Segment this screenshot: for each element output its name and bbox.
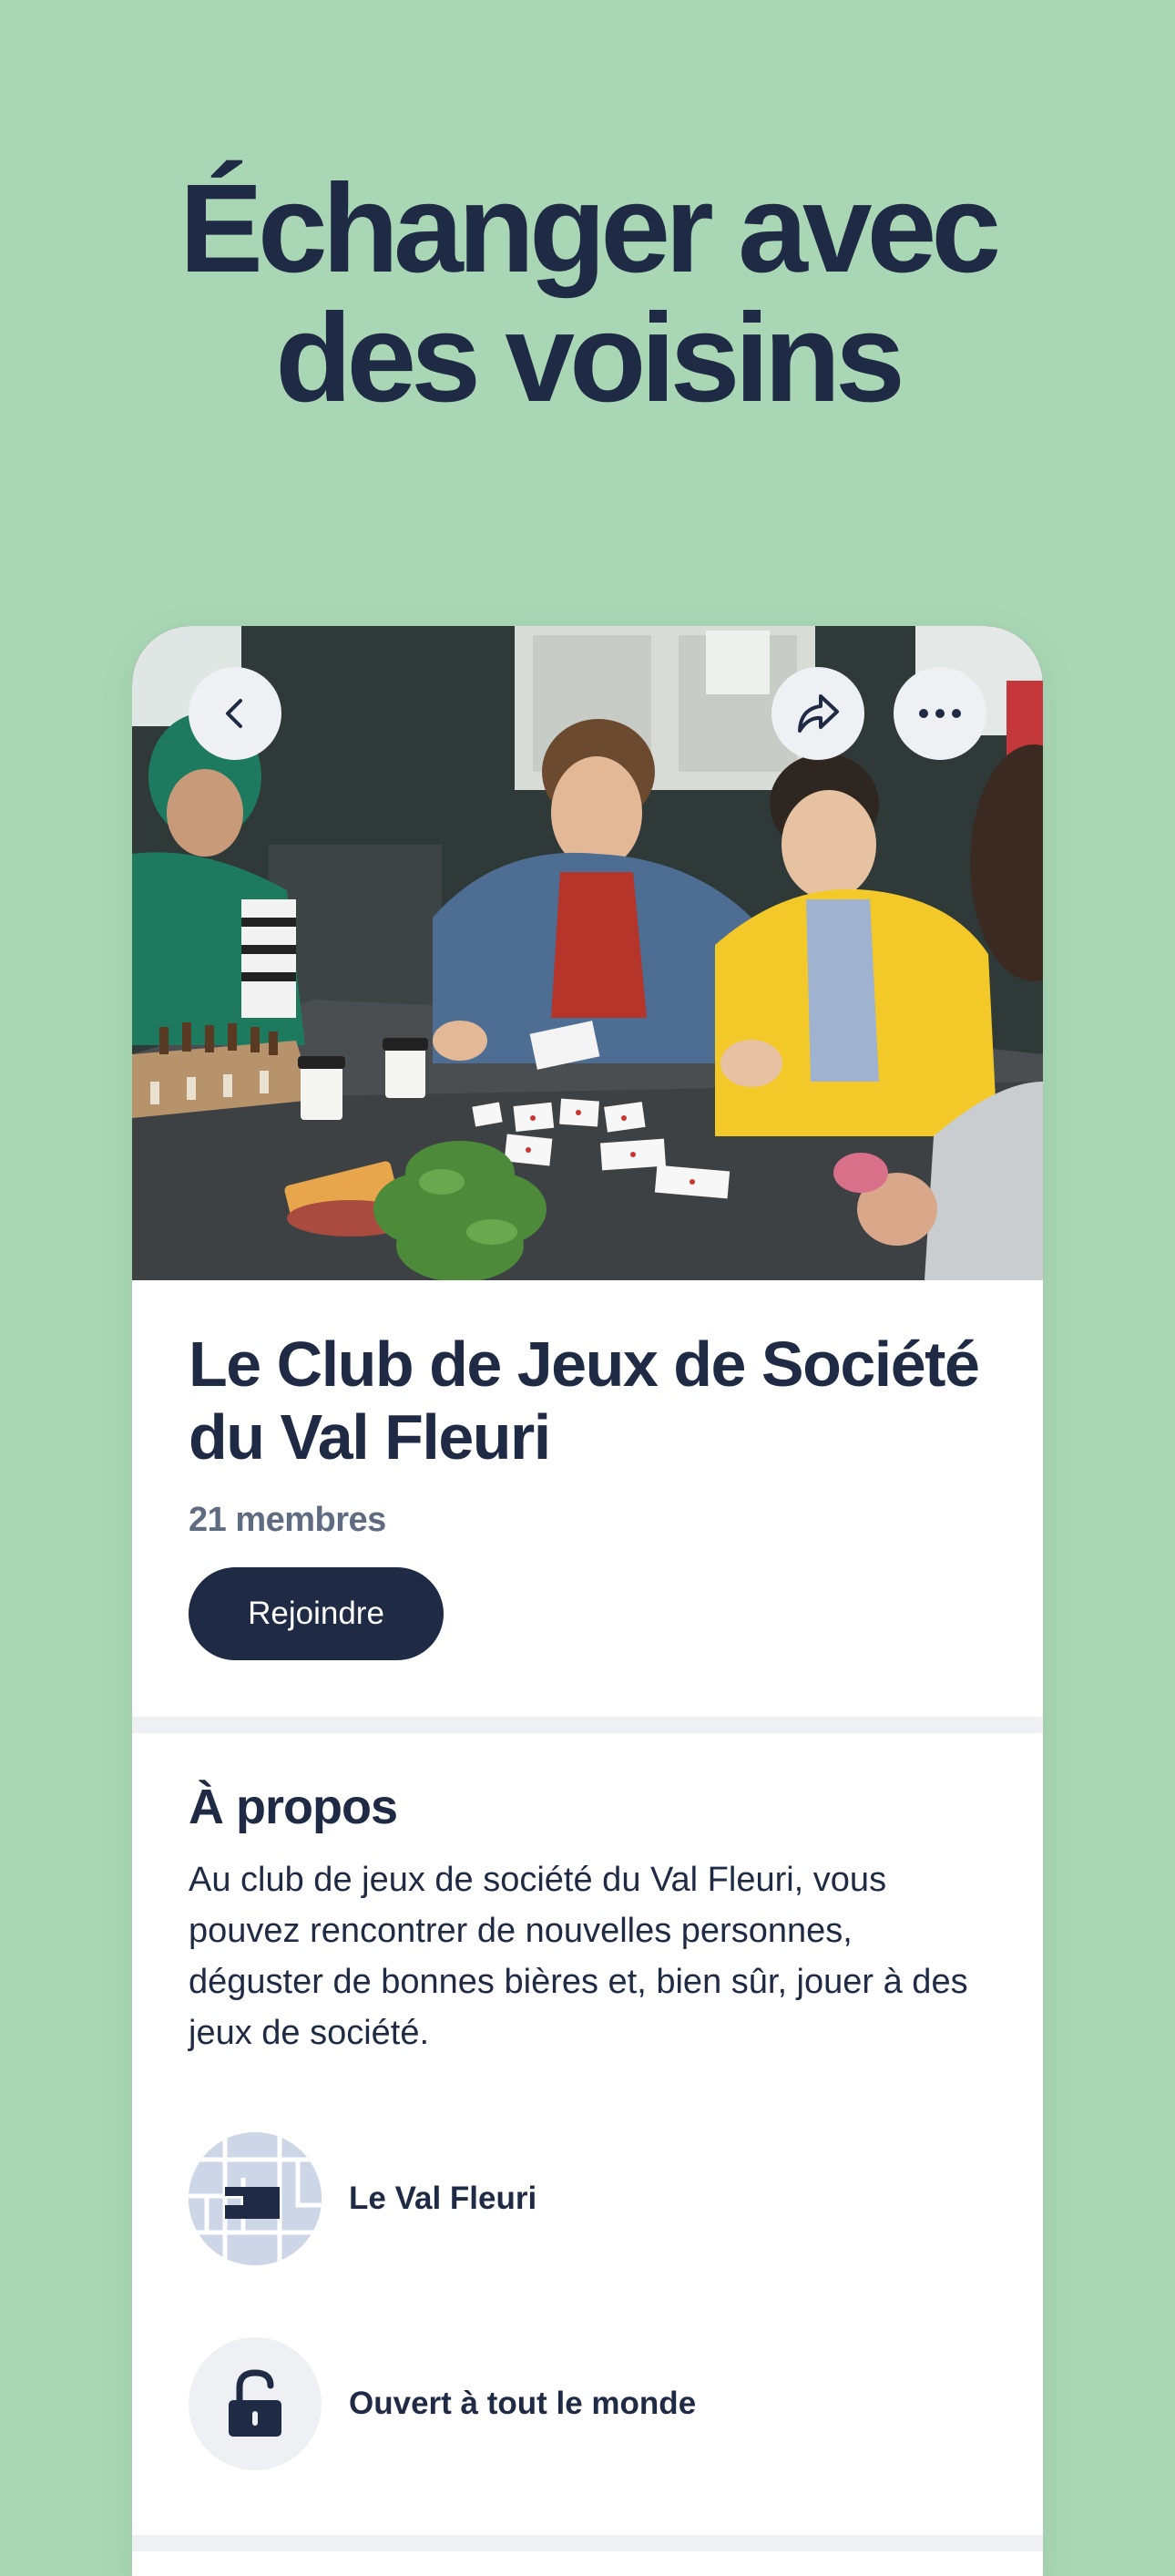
access-row: Ouvert à tout le monde [189, 2337, 696, 2470]
share-arrow-icon [798, 694, 839, 733]
access-label: Ouvert à tout le monde [349, 2386, 697, 2421]
about-description: Au club de jeux de société du Val Fleuri… [189, 1861, 968, 2052]
join-button[interactable]: Rejoindre [189, 1567, 444, 1660]
headline-line-2: des voisins [275, 288, 905, 428]
neighborhood-row[interactable]: Le Val Fleuri [189, 2132, 536, 2265]
neighborhood-label: Le Val Fleuri [349, 2181, 537, 2216]
member-count[interactable]: 21 membres [189, 1501, 386, 1540]
group-title: Le Club de Jeux de Société du Val Fleuri [189, 1329, 980, 1473]
section-divider-bottom [132, 2535, 1043, 2551]
group-cover-photo [132, 626, 1043, 1280]
back-button[interactable] [189, 667, 281, 760]
more-options-button[interactable] [894, 667, 986, 760]
share-button[interactable] [771, 667, 864, 760]
group-card: Le Club de Jeux de Société du Val Fleuri… [132, 626, 1043, 2576]
about-heading: À propos [189, 1780, 398, 1834]
chevron-left-icon [226, 699, 242, 728]
hero-headline: Échanger avec des voisins [0, 164, 1175, 423]
more-dots-icon [919, 709, 961, 718]
unlocked-padlock-icon [189, 2337, 322, 2470]
headline-line-1: Échanger avec [179, 159, 1001, 299]
map-thumbnail-icon [189, 2132, 322, 2265]
section-divider [132, 1717, 1043, 1733]
